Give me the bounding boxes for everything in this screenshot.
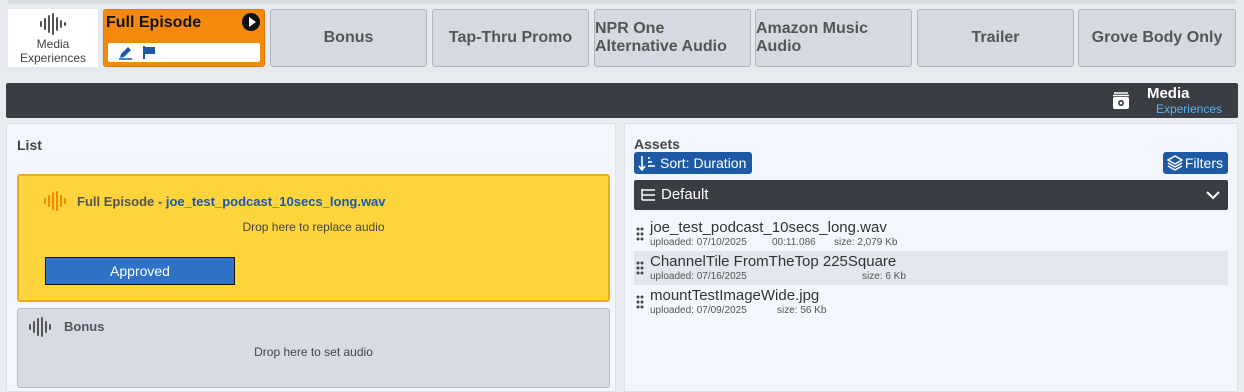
tab-grove-body-only[interactable]: Grove Body Only xyxy=(1078,9,1236,67)
full-episode-drop-zone[interactable]: Full Episode - joe_test_podcast_10secs_l… xyxy=(17,174,610,302)
asset-row[interactable]: ChannelTile FromTheTop 225Square uploade… xyxy=(634,251,1228,285)
approved-status-button[interactable]: Approved xyxy=(45,257,235,285)
tab-npr-one-label: NPR One Alternative Audio xyxy=(595,20,727,55)
header-title: Media Experiences xyxy=(1146,85,1222,117)
sort-icon xyxy=(638,156,655,171)
top-divider xyxy=(8,0,1236,4)
sort-button[interactable]: Sort: Duration xyxy=(634,152,753,174)
assets-heading: Assets xyxy=(634,136,680,152)
assets-panel: Assets Sort: Duration Filters Default jo… xyxy=(624,123,1238,392)
asset-uploaded: uploaded: 07/16/2025 xyxy=(650,271,747,282)
asset-name: joe_test_podcast_10secs_long.wav xyxy=(650,219,887,236)
set-audio-hint: Drop here to set audio xyxy=(254,345,373,359)
tab-full-episode-label: Full Episode xyxy=(106,14,202,31)
brand-line1: Media xyxy=(36,37,70,51)
bonus-slot-title: Bonus xyxy=(64,319,105,334)
drag-handle-icon[interactable] xyxy=(636,227,644,241)
tab-full-episode[interactable]: Full Episode xyxy=(103,9,265,67)
slot-file-name[interactable]: joe_test_podcast_10secs_long.wav xyxy=(166,194,386,209)
full-episode-slot-title: Full Episode - joe_test_podcast_10secs_l… xyxy=(77,194,386,209)
asset-row[interactable]: joe_test_podcast_10secs_long.wav uploade… xyxy=(634,217,1228,251)
header-title-sub: Experiences xyxy=(1155,102,1222,116)
asset-size: size: 2,079 Kb xyxy=(834,237,898,248)
drag-handle-icon[interactable] xyxy=(636,261,644,275)
asset-size: size: 56 Kb xyxy=(777,305,827,316)
filters-label: Filters xyxy=(1184,155,1223,171)
tab-amazon-music-audio[interactable]: Amazon Music Audio xyxy=(755,9,912,67)
tab-tap-thru-promo[interactable]: Tap-Thru Promo xyxy=(432,9,589,67)
waveform-icon xyxy=(29,317,51,337)
asset-uploaded: uploaded: 07/09/2025 xyxy=(650,305,747,316)
media-experiences-icon xyxy=(1113,92,1129,109)
bonus-drop-zone[interactable]: Bonus Drop here to set audio xyxy=(17,308,610,388)
asset-name: ChannelTile FromTheTop 225Square xyxy=(650,253,897,270)
chevron-down-icon xyxy=(1206,191,1220,200)
sort-label: Sort: Duration xyxy=(660,155,747,171)
layers-icon xyxy=(1166,155,1183,171)
tab-trailer[interactable]: Trailer xyxy=(917,9,1074,67)
view-selector[interactable]: Default xyxy=(634,180,1228,210)
edit-pencil-icon[interactable] xyxy=(118,46,134,60)
brand-line2: Experiences xyxy=(19,51,87,65)
asset-duration: 00:11.086 xyxy=(772,237,816,248)
play-icon[interactable] xyxy=(242,13,260,31)
tab-amazon-music-label: Amazon Music Audio xyxy=(756,20,869,55)
header-bar: Media Experiences xyxy=(6,83,1238,118)
slot-type-label: Full Episode xyxy=(77,194,155,209)
media-experiences-logo: Media Experiences xyxy=(8,9,98,67)
list-heading: List xyxy=(17,137,42,153)
view-selector-label: Default xyxy=(661,186,709,203)
drag-handle-icon[interactable] xyxy=(636,295,644,309)
slot-title-separator: - xyxy=(154,194,166,209)
asset-uploaded: uploaded: 07/10/2025 xyxy=(650,237,747,248)
asset-name: mountTestImageWide.jpg xyxy=(650,287,820,304)
flag-icon[interactable] xyxy=(142,45,156,60)
header-title-main: Media xyxy=(1146,85,1190,102)
tree-list-icon xyxy=(641,189,655,201)
tab-grove-body-only-label: Grove Body Only xyxy=(1091,29,1223,46)
waveform-icon xyxy=(44,191,66,211)
asset-size: size: 6 Kb xyxy=(862,271,906,282)
list-panel: List Full Episode - joe_test_podcast_10s… xyxy=(6,123,616,392)
tab-tools xyxy=(108,43,260,62)
media-type-tabstrip: Media Experiences Full Episode Bonus Tap… xyxy=(0,0,1244,72)
tab-bonus-label: Bonus xyxy=(323,29,374,46)
replace-audio-hint: Drop here to replace audio xyxy=(242,220,385,234)
tab-npr-one-alternative-audio[interactable]: NPR One Alternative Audio xyxy=(594,9,751,67)
tab-trailer-label: Trailer xyxy=(971,29,1020,46)
tab-tap-thru-promo-label: Tap-Thru Promo xyxy=(448,29,573,46)
waveform-icon xyxy=(40,13,66,35)
filters-button[interactable]: Filters xyxy=(1162,152,1228,174)
asset-row[interactable]: mountTestImageWide.jpg uploaded: 07/09/2… xyxy=(634,285,1228,319)
tab-bonus[interactable]: Bonus xyxy=(270,9,427,67)
